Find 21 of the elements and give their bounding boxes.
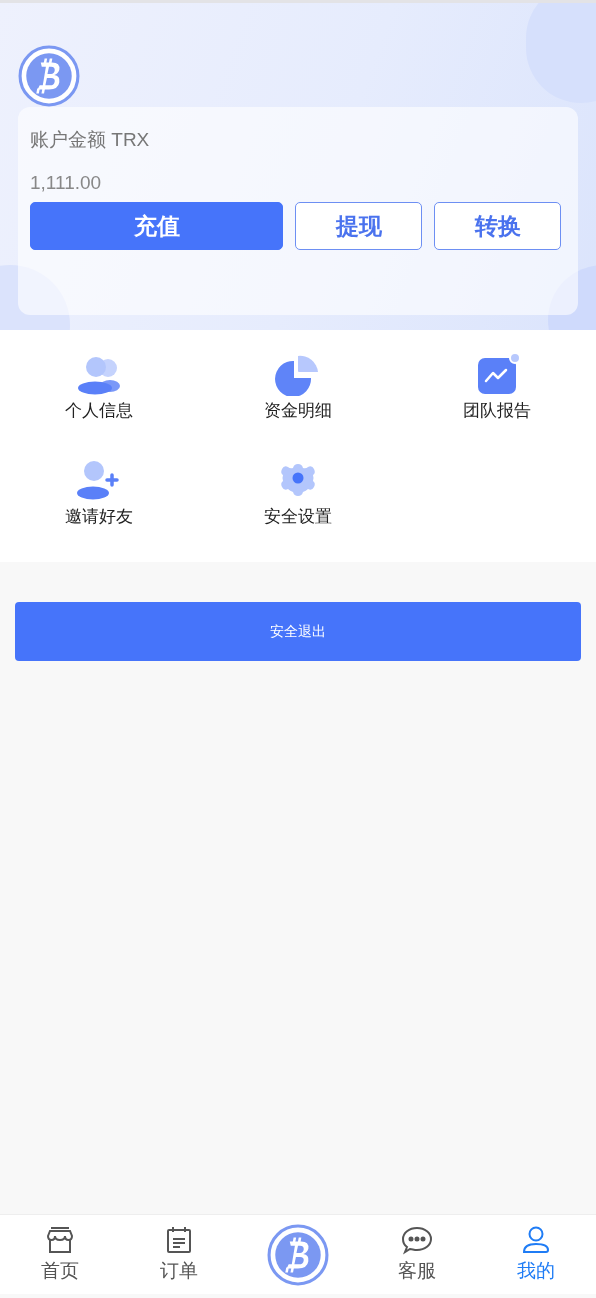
balance-label: 账户金额 TRX (30, 128, 151, 152)
convert-button[interactable]: 转换 (434, 202, 561, 250)
menu-item[interactable]: 个人信息 (0, 350, 199, 454)
tab-item[interactable]: 我的 (476, 1215, 596, 1294)
menu-item[interactable]: 安全设置 (198, 456, 398, 560)
tab-item[interactable]: 订单 (119, 1215, 239, 1294)
user-icon (521, 1225, 552, 1255)
users-icon (76, 356, 123, 396)
coin-tab-button[interactable] (267, 1223, 329, 1286)
menu-item[interactable]: 邀请好友 (0, 456, 199, 560)
store-icon (44, 1225, 75, 1255)
balance-amount: 1,111.00 (30, 171, 103, 195)
withdraw-button[interactable]: 提现 (295, 202, 422, 250)
tab-item[interactable]: 首页 (0, 1215, 120, 1294)
deposit-button[interactable]: 充值 (30, 202, 283, 250)
tab-item[interactable]: 客服 (357, 1215, 477, 1294)
logout-button[interactable]: 安全退出 (15, 602, 581, 661)
coin-logo (18, 45, 80, 107)
menu-item[interactable]: 资金明细 (198, 350, 398, 454)
chat-icon (401, 1225, 434, 1255)
menu-item[interactable]: 团队报告 (397, 350, 596, 454)
